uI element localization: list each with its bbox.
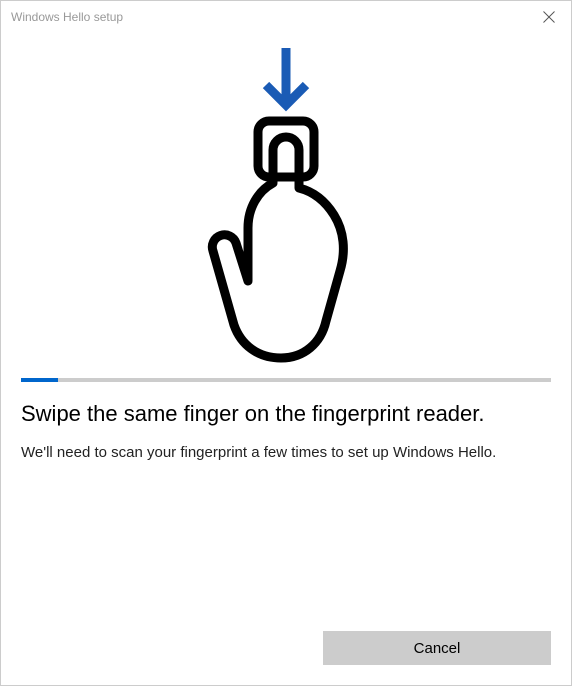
fingerprint-illustration <box>21 38 551 368</box>
titlebar: Windows Hello setup <box>1 1 571 33</box>
cancel-button[interactable]: Cancel <box>323 631 551 665</box>
progress-fill <box>21 378 58 382</box>
instruction-heading: Swipe the same finger on the fingerprint… <box>21 400 551 429</box>
progress-bar <box>21 378 551 382</box>
content-area: Swipe the same finger on the fingerprint… <box>1 33 571 613</box>
window-title: Windows Hello setup <box>11 10 123 24</box>
instruction-subtext: We'll need to scan your fingerprint a fe… <box>21 443 551 463</box>
footer: Cancel <box>1 613 571 685</box>
close-button[interactable] <box>526 1 571 33</box>
close-icon <box>543 11 555 23</box>
